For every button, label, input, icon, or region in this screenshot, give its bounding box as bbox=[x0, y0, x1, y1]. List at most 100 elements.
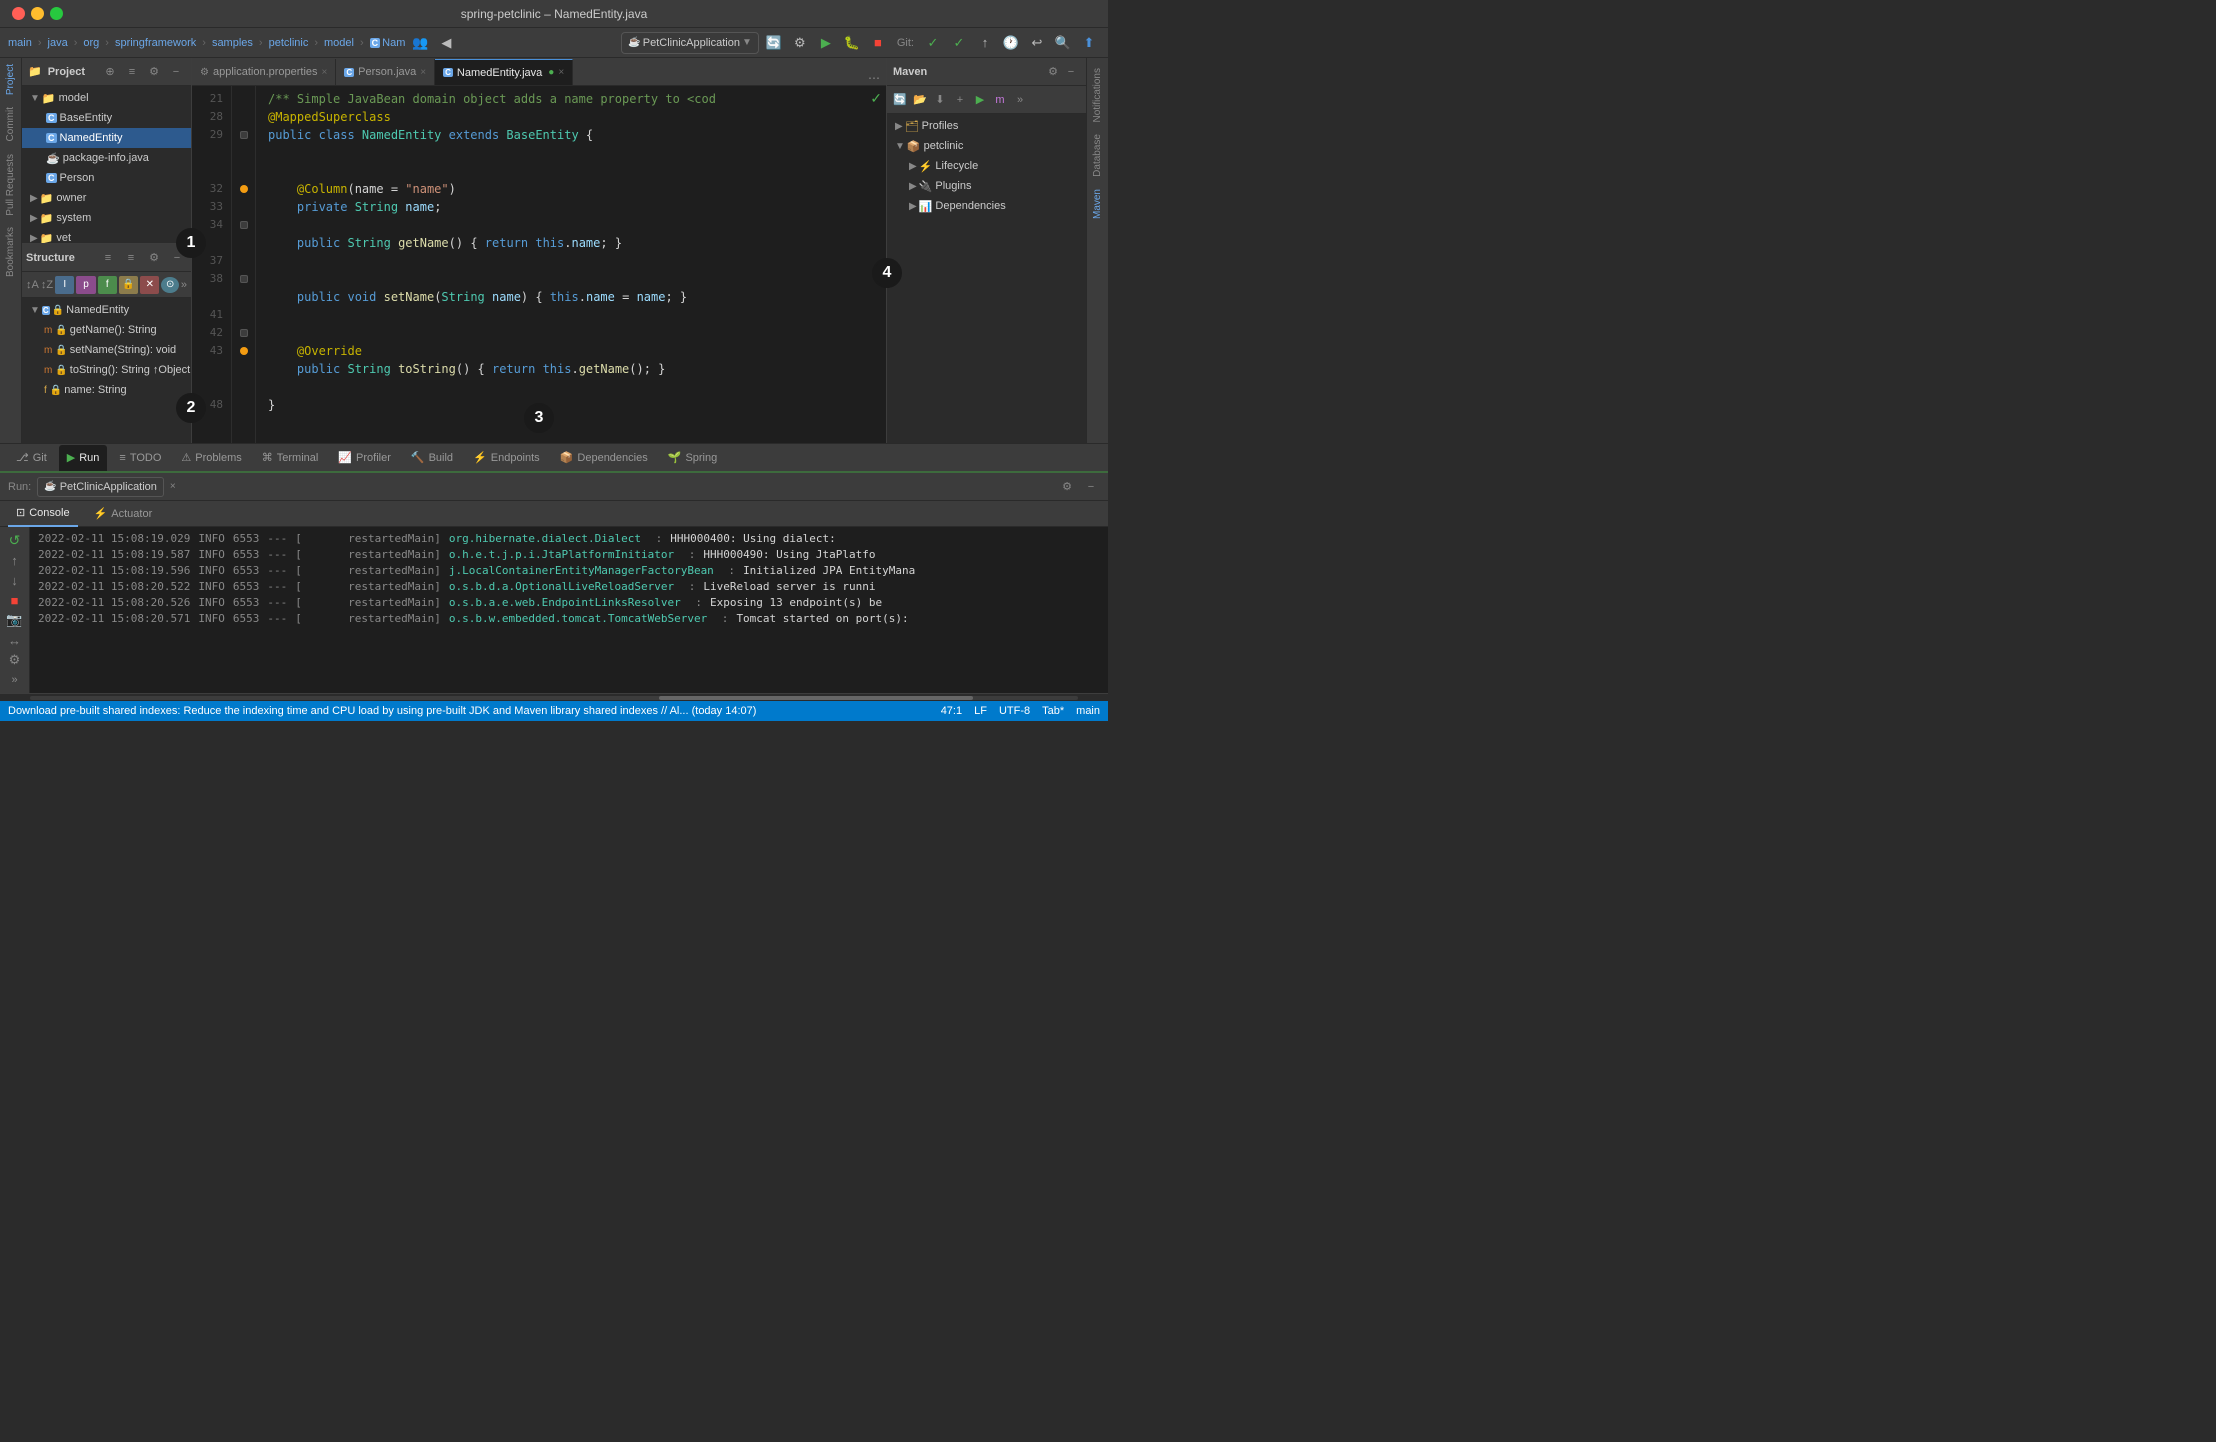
debug-icon[interactable]: 🐛 bbox=[841, 32, 863, 54]
struct-getname[interactable]: m 🔒 getName(): String bbox=[22, 320, 191, 340]
status-encoding[interactable]: LF bbox=[974, 705, 987, 717]
struct-filter-x[interactable]: ✕ bbox=[140, 276, 159, 294]
struct-settings-icon[interactable]: ⚙ bbox=[144, 249, 164, 267]
minimize-button[interactable] bbox=[31, 7, 44, 20]
git-check-icon[interactable]: ✓ bbox=[922, 32, 944, 54]
breadcrumb-main[interactable]: main bbox=[8, 37, 32, 49]
stop-icon[interactable]: ■ bbox=[867, 32, 889, 54]
git-push-icon[interactable]: ↑ bbox=[974, 32, 996, 54]
git-history-icon[interactable]: 🕐 bbox=[1000, 32, 1022, 54]
side-tab-pullrequests[interactable]: Pull Requests bbox=[2, 148, 19, 222]
run-tab-console[interactable]: ⊡ Console bbox=[8, 501, 78, 527]
maven-folder-icon[interactable]: 📂 bbox=[911, 91, 929, 109]
run-stop-icon[interactable]: ■ bbox=[4, 591, 26, 609]
run-scroll-down-icon[interactable]: ↓ bbox=[4, 571, 26, 589]
breadcrumb-samples[interactable]: samples bbox=[212, 37, 253, 49]
status-message[interactable]: Download pre-built shared indexes: Reduc… bbox=[8, 705, 756, 717]
maven-close-icon[interactable]: − bbox=[1062, 63, 1080, 81]
settings-icon[interactable]: ⚙ bbox=[789, 32, 811, 54]
project-settings-icon[interactable]: ⚙ bbox=[145, 63, 163, 81]
bottom-tab-spring[interactable]: 🌱 Spring bbox=[660, 445, 726, 471]
status-charset[interactable]: UTF-8 bbox=[999, 705, 1030, 717]
bottom-tab-todo[interactable]: ≡ TODO bbox=[111, 445, 169, 471]
tab-person-java[interactable]: C Person.java × bbox=[336, 59, 435, 85]
breadcrumb-java[interactable]: java bbox=[48, 37, 68, 49]
run-more-icon[interactable]: » bbox=[4, 671, 26, 689]
status-indent[interactable]: Tab* bbox=[1042, 705, 1064, 717]
bottom-tab-run[interactable]: ▶ Run bbox=[59, 445, 108, 471]
breadcrumb-model[interactable]: model bbox=[324, 37, 354, 49]
struct-tostring[interactable]: m 🔒 toString(): String ↑Object bbox=[22, 360, 191, 380]
maven-download-icon[interactable]: ⬇ bbox=[931, 91, 949, 109]
maven-run-icon[interactable]: ▶ bbox=[971, 91, 989, 109]
maven-item-petclinic[interactable]: ▼ 📦 petclinic bbox=[887, 136, 1086, 156]
bottom-tab-profiler[interactable]: 📈 Profiler bbox=[330, 445, 399, 471]
side-tab-project[interactable]: Project bbox=[2, 58, 19, 101]
maven-refresh-icon[interactable]: 🔄 bbox=[891, 91, 909, 109]
run-settings2-icon[interactable]: ⚙ bbox=[4, 651, 26, 669]
run-camera-icon[interactable]: 📷 bbox=[4, 611, 26, 629]
close-button[interactable] bbox=[12, 7, 25, 20]
struct-more-icon[interactable]: » bbox=[181, 279, 187, 291]
maven-m-icon[interactable]: m bbox=[991, 91, 1009, 109]
side-tab-commit[interactable]: Commit bbox=[2, 101, 19, 147]
people-icon[interactable]: 👥 bbox=[409, 32, 431, 54]
project-expand-icon[interactable]: ⊕ bbox=[101, 63, 119, 81]
project-close-icon[interactable]: − bbox=[167, 63, 185, 81]
struct-setname[interactable]: m 🔒 setName(String): void bbox=[22, 340, 191, 360]
struct-filter-circle[interactable]: ⊙ bbox=[161, 277, 178, 293]
tab-namedentity-close[interactable]: × bbox=[558, 67, 564, 78]
maven-add-icon[interactable]: + bbox=[951, 91, 969, 109]
run-header-settings[interactable]: ⚙ bbox=[1058, 478, 1076, 496]
tab-namedentity-java[interactable]: C NamedEntity.java ● × bbox=[435, 59, 573, 85]
maven-more-icon[interactable]: » bbox=[1011, 91, 1029, 109]
struct-filter-f[interactable]: f bbox=[98, 276, 117, 294]
tree-item-vet[interactable]: ▶ 📁 vet bbox=[22, 228, 191, 243]
tab-more-button[interactable]: ⋯ bbox=[862, 71, 886, 85]
project-collapse-icon[interactable]: ≡ bbox=[123, 63, 141, 81]
bottom-tab-build[interactable]: 🔨 Build bbox=[403, 445, 461, 471]
tree-item-system[interactable]: ▶ 📁 system bbox=[22, 208, 191, 228]
run-wrap-icon[interactable]: ↔ bbox=[4, 631, 26, 649]
struct-name-field[interactable]: f 🔒 name: String bbox=[22, 380, 191, 400]
breakpoint-area-29[interactable] bbox=[240, 131, 248, 139]
git-check2-icon[interactable]: ✓ bbox=[948, 32, 970, 54]
maven-item-lifecycle[interactable]: ▶ ⚡ Lifecycle bbox=[887, 156, 1086, 176]
tab-personjava-close[interactable]: × bbox=[420, 67, 426, 78]
update-icon[interactable]: ⬆ bbox=[1078, 32, 1100, 54]
struct-filter-lock[interactable]: 🔒 bbox=[119, 276, 138, 294]
run-icon[interactable]: ▶ bbox=[815, 32, 837, 54]
bottom-tab-dependencies[interactable]: 📦 Dependencies bbox=[552, 445, 656, 471]
tab-appprops-close[interactable]: × bbox=[322, 67, 328, 78]
breadcrumb-org[interactable]: org bbox=[83, 37, 99, 49]
maven-item-profiles[interactable]: ▶ 🗂 Profiles bbox=[887, 116, 1086, 136]
scrollbar-thumb[interactable] bbox=[659, 696, 973, 700]
back-icon[interactable]: ◀ bbox=[435, 32, 457, 54]
struct-sort1-icon[interactable]: ≡ bbox=[98, 249, 118, 267]
run-config-selector[interactable]: ☕ PetClinicApplication ▼ bbox=[621, 32, 759, 54]
side-tab-database[interactable]: Database bbox=[1089, 128, 1106, 183]
breakpoint-area-34[interactable] bbox=[240, 221, 248, 229]
side-tab-maven[interactable]: Maven bbox=[1089, 183, 1106, 225]
struct-namedentity[interactable]: ▼ C 🔒 NamedEntity bbox=[22, 300, 191, 320]
bottom-tab-problems[interactable]: ⚠ Problems bbox=[173, 445, 249, 471]
maven-settings-icon[interactable]: ⚙ bbox=[1044, 63, 1062, 81]
git-undo-icon[interactable]: ↩ bbox=[1026, 32, 1048, 54]
status-branch[interactable]: main bbox=[1076, 705, 1100, 717]
breakpoint-area-38[interactable] bbox=[240, 275, 248, 283]
struct-filter-p[interactable]: p bbox=[76, 276, 95, 294]
tree-item-namedentity[interactable]: C NamedEntity bbox=[22, 128, 191, 148]
sort-za-icon[interactable]: ↕Z bbox=[41, 279, 53, 291]
bottom-tab-git[interactable]: ⎇ Git bbox=[8, 445, 55, 471]
struct-sort2-icon[interactable]: ≡ bbox=[121, 249, 141, 267]
tree-item-model[interactable]: ▼ 📁 model bbox=[22, 88, 191, 108]
side-tab-bookmarks[interactable]: Bookmarks bbox=[2, 221, 19, 283]
tree-item-person[interactable]: C Person bbox=[22, 168, 191, 188]
run-rerun-icon[interactable]: ↺ bbox=[4, 531, 26, 549]
breadcrumb-class[interactable]: C Nam bbox=[370, 37, 406, 49]
maximize-button[interactable] bbox=[50, 7, 63, 20]
tree-item-baseentity[interactable]: C BaseEntity bbox=[22, 108, 191, 128]
maven-item-plugins[interactable]: ▶ 🔌 Plugins bbox=[887, 176, 1086, 196]
maven-item-dependencies[interactable]: ▶ 📊 Dependencies bbox=[887, 196, 1086, 216]
breadcrumb-springframework[interactable]: springframework bbox=[115, 37, 196, 49]
